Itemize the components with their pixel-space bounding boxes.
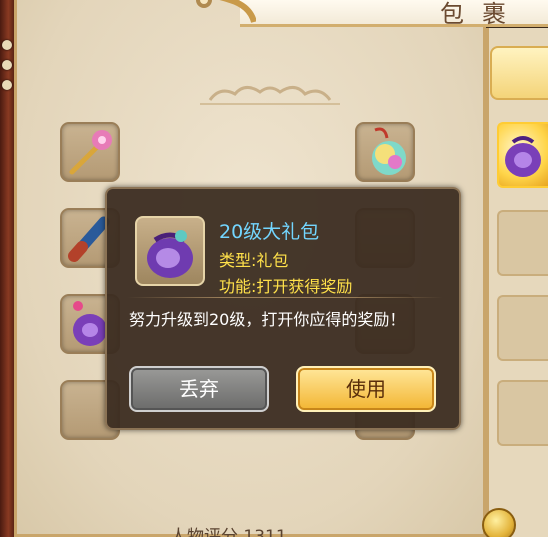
item-function-label: 功能:: [219, 277, 257, 296]
item-tooltip: 20级大礼包 类型:礼包 功能:打开获得奖励 努力升级到20级，打开你应得的奖励…: [105, 187, 461, 430]
inventory-slot[interactable]: [355, 122, 415, 182]
side-slot[interactable]: [497, 295, 548, 361]
gold-coin-icon[interactable]: [482, 508, 516, 537]
right-side-panel: [486, 28, 548, 537]
cloud-ornament-icon: [200, 86, 340, 105]
scepter-icon: [69, 130, 112, 175]
side-slot[interactable]: [497, 210, 548, 276]
inventory-slot[interactable]: [60, 122, 120, 182]
right-side-tab[interactable]: [490, 46, 548, 100]
purple-pouch-icon: [505, 136, 541, 177]
window-title: 包裹: [440, 0, 524, 28]
left-decorative-border: [0, 0, 14, 537]
side-slot-selected[interactable]: [497, 122, 548, 188]
bead-icon: [2, 80, 12, 90]
discard-button[interactable]: 丢弃: [129, 366, 269, 412]
item-icon-frame: [135, 216, 205, 286]
item-type-value: 礼包: [256, 251, 289, 270]
item-type-line: 类型:礼包: [219, 247, 288, 271]
title-scroll-ornament-icon: [196, 0, 256, 23]
gift-pouch-icon: [147, 230, 193, 278]
item-function-line: 功能:打开获得奖励: [219, 273, 352, 297]
item-name: 20级大礼包: [219, 221, 320, 243]
bead-icon: [2, 40, 12, 50]
tooltip-divider: [127, 297, 443, 298]
game-inventory-screen: 包裹 人物评分 1311 20级大礼包 类型:礼包 功能:打开获得奖励 努力升级…: [0, 0, 548, 537]
item-description: 努力升级到20级，打开你应得的奖励！: [129, 310, 406, 329]
side-slot[interactable]: [497, 380, 548, 446]
bead-icon: [2, 60, 12, 70]
item-function-value: 打开获得奖励: [256, 277, 353, 296]
character-score: 人物评分 1311: [170, 527, 287, 537]
item-type-label: 类型:: [219, 251, 257, 270]
rainbow-orb-icon: [372, 127, 406, 175]
use-button[interactable]: 使用: [296, 366, 436, 412]
